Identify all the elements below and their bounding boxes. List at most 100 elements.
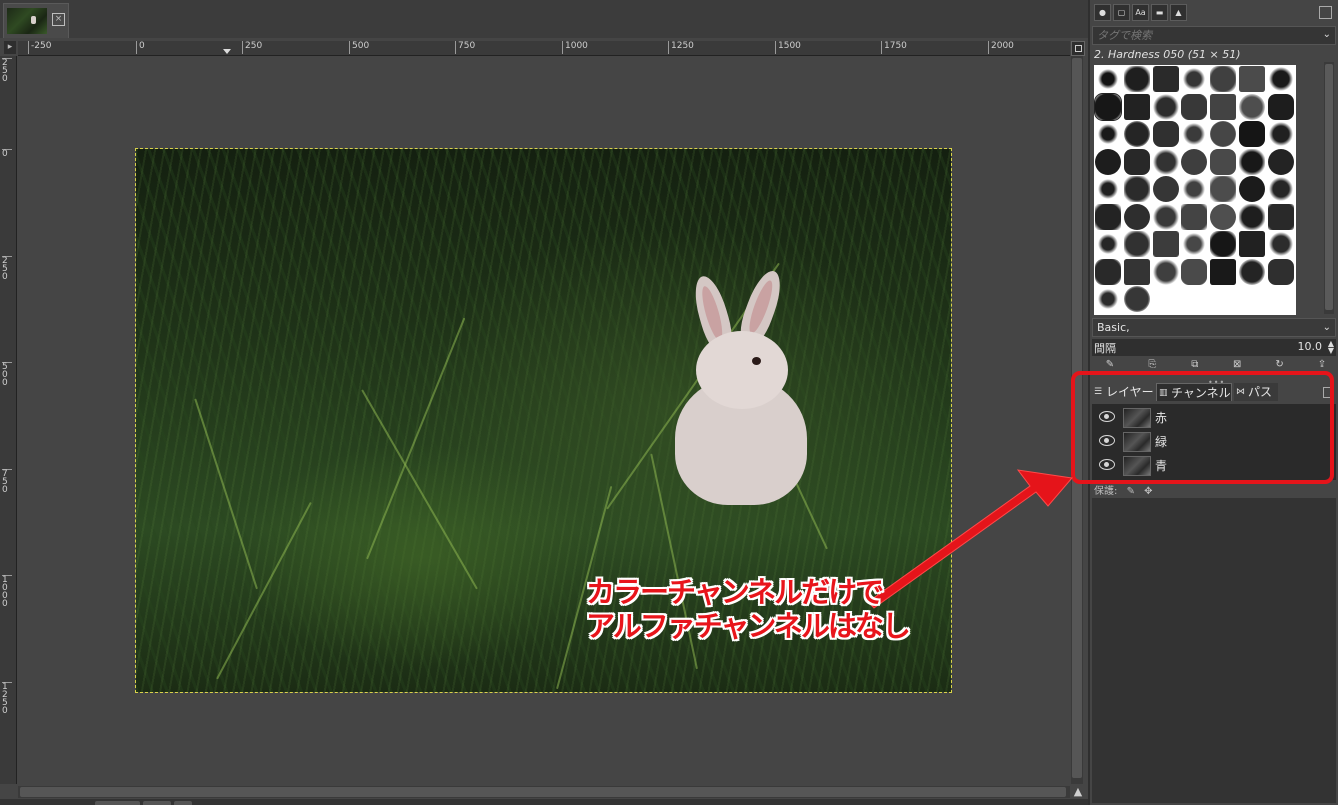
- brush-thumbnail[interactable]: [1267, 148, 1294, 175]
- brush-thumbnail[interactable]: [1095, 203, 1121, 230]
- brush-thumbnail[interactable]: [1095, 231, 1121, 257]
- brush-thumbnail[interactable]: [1267, 203, 1294, 230]
- brush-thumbnail[interactable]: [1239, 231, 1265, 257]
- brush-thumbnail[interactable]: [1239, 258, 1265, 285]
- brush-thumbnail[interactable]: [1239, 203, 1265, 230]
- new-brush-icon[interactable]: ⎘: [1146, 360, 1158, 370]
- tag-search-field[interactable]: ⌄: [1092, 26, 1336, 45]
- brush-thumbnail[interactable]: [1267, 121, 1294, 147]
- patterns-tab-icon[interactable]: ▢: [1113, 4, 1130, 21]
- brush-thumbnail[interactable]: [1152, 93, 1179, 120]
- brush-dock-tabs: ● ▢ Aa ▬ ▲: [1094, 4, 1187, 22]
- lock-pixels-icon[interactable]: ✎: [1127, 486, 1135, 497]
- status-field[interactable]: [143, 801, 171, 805]
- brush-thumbnail[interactable]: [1239, 66, 1265, 92]
- canvas-area[interactable]: [18, 56, 1070, 784]
- open-as-image-icon[interactable]: ⇪: [1316, 360, 1328, 370]
- brush-thumbnail[interactable]: [1123, 148, 1150, 175]
- brush-thumbnail[interactable]: [1267, 231, 1294, 257]
- status-field[interactable]: [95, 801, 140, 805]
- brush-thumbnail[interactable]: [1181, 66, 1208, 92]
- brush-thumbnail[interactable]: [1095, 176, 1121, 202]
- lock-position-icon[interactable]: ✥: [1144, 486, 1152, 497]
- brush-thumbnail[interactable]: [1239, 176, 1265, 202]
- delete-brush-icon[interactable]: ⊠: [1231, 360, 1243, 370]
- brush-thumbnail[interactable]: [1095, 121, 1121, 147]
- brush-thumbnail[interactable]: [1123, 258, 1150, 285]
- ruler-menu-icon[interactable]: ▸: [4, 41, 16, 54]
- brush-thumbnail[interactable]: [1181, 93, 1208, 120]
- brush-thumbnail[interactable]: [1123, 286, 1150, 312]
- chevron-down-icon[interactable]: ⌄: [1323, 319, 1331, 336]
- brush-thumbnail[interactable]: [1210, 93, 1237, 120]
- brush-thumbnail[interactable]: [1123, 203, 1150, 230]
- brush-scrollbar[interactable]: [1324, 62, 1334, 314]
- navigate-icon[interactable]: ▲: [1072, 786, 1084, 798]
- brush-thumbnail[interactable]: [1239, 148, 1265, 175]
- duplicate-brush-icon[interactable]: ⧉: [1189, 360, 1201, 370]
- brush-thumbnail[interactable]: [1210, 176, 1237, 202]
- spacing-slider[interactable]: 間隔 10.0 ▲ ▼: [1092, 339, 1336, 356]
- brush-thumbnail[interactable]: [1152, 176, 1179, 202]
- vertical-ruler: 250 0 250 500 750 1000 1250: [0, 56, 17, 784]
- brush-thumbnail[interactable]: [1123, 231, 1150, 257]
- brush-thumbnail[interactable]: [1123, 121, 1150, 147]
- grass-blade: [216, 501, 312, 680]
- brush-thumbnail[interactable]: [1181, 121, 1208, 147]
- brush-thumbnail[interactable]: [1210, 66, 1237, 92]
- gradients-tab-icon[interactable]: ▬: [1151, 4, 1168, 21]
- brush-thumbnail[interactable]: [1152, 258, 1179, 285]
- chevron-down-icon[interactable]: ⌄: [1323, 29, 1331, 40]
- status-field[interactable]: [174, 801, 192, 805]
- brush-thumbnail[interactable]: [1267, 258, 1294, 285]
- brush-thumbnail[interactable]: [1267, 93, 1294, 120]
- brush-thumbnail[interactable]: [1181, 148, 1208, 175]
- brush-grid[interactable]: [1094, 65, 1296, 315]
- brush-thumbnail[interactable]: [1239, 121, 1265, 147]
- brush-thumbnail[interactable]: [1210, 203, 1237, 230]
- brush-thumbnail[interactable]: [1152, 148, 1179, 175]
- scrollbar-thumb[interactable]: [1325, 64, 1333, 310]
- edit-brush-icon[interactable]: ✎: [1104, 360, 1116, 370]
- brush-thumbnail[interactable]: [1210, 148, 1237, 175]
- brush-thumbnail[interactable]: [1123, 93, 1150, 120]
- ruler-tick: 1500: [775, 41, 801, 54]
- grass-blade: [361, 389, 478, 590]
- brush-thumbnail[interactable]: [1210, 121, 1237, 147]
- brush-thumbnail[interactable]: [1123, 66, 1150, 92]
- brush-thumbnail[interactable]: [1181, 258, 1208, 285]
- brush-thumbnail[interactable]: [1210, 231, 1237, 257]
- brush-thumbnail[interactable]: [1181, 203, 1208, 230]
- brush-thumbnail[interactable]: [1210, 258, 1237, 285]
- fonts-tab-icon[interactable]: Aa: [1132, 4, 1149, 21]
- close-icon[interactable]: ×: [52, 13, 65, 26]
- zoom-toggle-button[interactable]: [1071, 41, 1085, 56]
- brush-thumbnail[interactable]: [1095, 148, 1121, 175]
- brush-thumbnail[interactable]: [1239, 93, 1265, 120]
- brush-thumbnail[interactable]: [1152, 203, 1179, 230]
- brush-thumbnail[interactable]: [1152, 121, 1179, 147]
- brush-thumbnail[interactable]: [1095, 66, 1121, 92]
- brush-thumbnail[interactable]: [1152, 66, 1179, 92]
- brush-thumbnail[interactable]: [1094, 92, 1122, 121]
- brush-thumbnail[interactable]: [1095, 258, 1121, 285]
- rabbit-head: [696, 331, 788, 409]
- image-tab[interactable]: ×: [3, 3, 69, 38]
- horizontal-scrollbar[interactable]: [18, 786, 1070, 798]
- brush-thumbnail[interactable]: [1095, 286, 1121, 312]
- brush-thumbnail[interactable]: [1267, 66, 1294, 92]
- brush-preset-select[interactable]: Basic, ⌄: [1092, 318, 1336, 337]
- scrollbar-thumb[interactable]: [20, 787, 1066, 797]
- brush-thumbnail[interactable]: [1181, 176, 1208, 202]
- brush-thumbnail[interactable]: [1152, 231, 1179, 257]
- spin-arrows-icon[interactable]: ▲ ▼: [1328, 340, 1334, 355]
- ruler-tick: 250: [2, 256, 12, 282]
- brush-thumbnail[interactable]: [1123, 176, 1150, 202]
- refresh-brushes-icon[interactable]: ↻: [1274, 360, 1286, 370]
- tool-options-tab-icon[interactable]: ▲: [1170, 4, 1187, 21]
- tag-search-input[interactable]: [1093, 27, 1321, 44]
- brushes-tab-icon[interactable]: ●: [1094, 4, 1111, 21]
- brush-thumbnail[interactable]: [1181, 231, 1208, 257]
- brush-thumbnail[interactable]: [1267, 176, 1294, 202]
- tab-menu-icon[interactable]: [1319, 6, 1332, 19]
